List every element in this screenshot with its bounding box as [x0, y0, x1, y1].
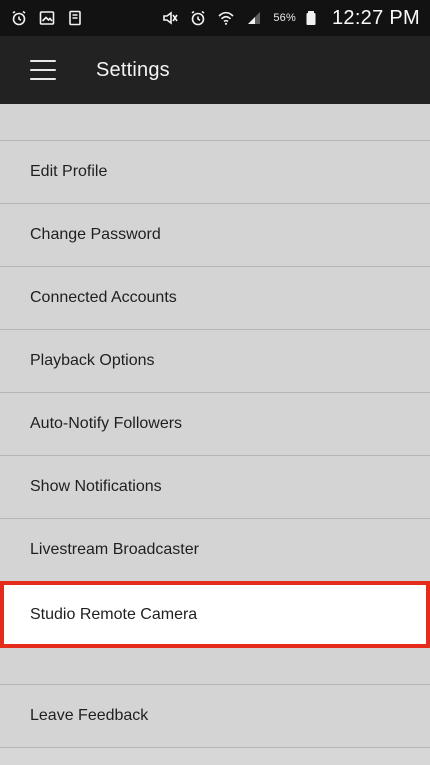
settings-list: Edit Profile Change Password Connected A…: [0, 104, 430, 748]
settings-screen: 56% 12:27 PM Settings Edit Profile Chang…: [0, 0, 430, 765]
signal-icon: [245, 9, 263, 27]
mute-icon: [161, 9, 179, 27]
page-title: Settings: [96, 58, 170, 81]
hamburger-line: [30, 60, 56, 62]
settings-item-label: Edit Profile: [30, 163, 108, 180]
settings-item-leave-feedback[interactable]: Leave Feedback: [0, 685, 430, 748]
app-bar: Settings: [0, 36, 430, 104]
settings-item-change-password[interactable]: Change Password: [0, 204, 430, 267]
settings-item-livestream-broadcaster[interactable]: Livestream Broadcaster: [0, 519, 430, 582]
settings-item-label: Show Notifications: [30, 478, 162, 495]
settings-item-label: Auto-Notify Followers: [30, 415, 183, 432]
status-time: 12:27 PM: [331, 6, 420, 29]
list-spacer: [0, 104, 430, 141]
notification-icon: [66, 9, 84, 27]
settings-item-auto-notify-followers[interactable]: Auto-Notify Followers: [0, 393, 430, 456]
status-left-icons: [10, 9, 84, 27]
settings-item-label: Studio Remote Camera: [30, 605, 198, 623]
battery-percent: 56%: [273, 12, 296, 24]
alarm-clock-icon: [10, 9, 28, 27]
settings-item-show-notifications[interactable]: Show Notifications: [0, 456, 430, 519]
status-bar: 56% 12:27 PM: [0, 0, 430, 36]
settings-item-connected-accounts[interactable]: Connected Accounts: [0, 267, 430, 330]
settings-item-label: Playback Options: [30, 352, 155, 369]
settings-item-label: Connected Accounts: [30, 289, 177, 306]
status-right-icons: 56% 12:27 PM: [161, 7, 420, 30]
hamburger-line: [30, 69, 56, 71]
battery-icon: [302, 9, 320, 27]
settings-item-edit-profile[interactable]: Edit Profile: [0, 141, 430, 204]
alarm-icon: [189, 9, 207, 27]
settings-item-playback-options[interactable]: Playback Options: [0, 330, 430, 393]
image-icon: [38, 9, 56, 27]
settings-item-label: Change Password: [30, 226, 161, 243]
wifi-icon: [217, 9, 235, 27]
hamburger-line: [30, 78, 56, 80]
settings-item-label: Leave Feedback: [30, 707, 149, 724]
settings-item-label: Livestream Broadcaster: [30, 541, 199, 558]
settings-item-studio-remote-camera[interactable]: Studio Remote Camera: [0, 581, 430, 648]
hamburger-menu-icon[interactable]: [30, 60, 56, 80]
list-spacer: [0, 648, 430, 685]
